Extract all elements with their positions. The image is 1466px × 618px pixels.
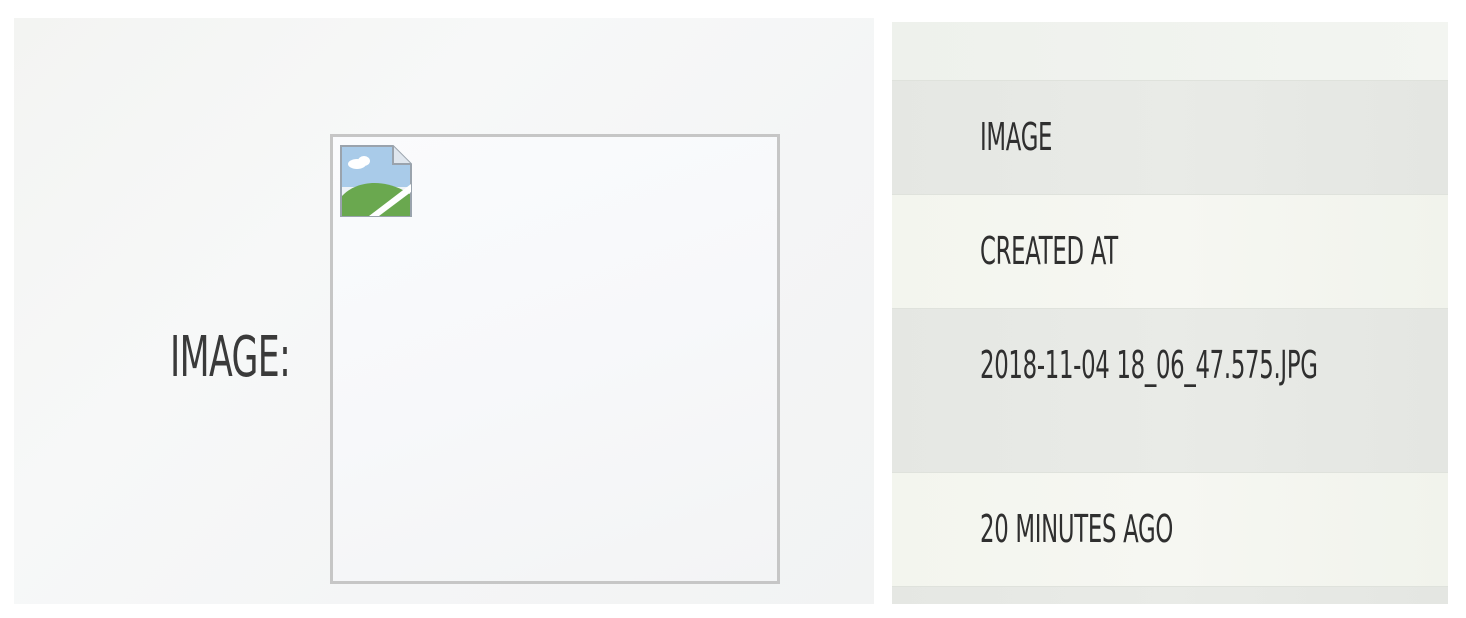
image-field-label: IMAGE: (170, 325, 291, 390)
image-filename[interactable]: 2018-11-04 18_06_47.575.JPG (980, 343, 1318, 387)
details-row-next (892, 586, 1448, 604)
image-preview-panel: IMAGE: (14, 18, 874, 604)
details-header (892, 22, 1448, 80)
column-header-created-at: CREATED AT (980, 229, 1118, 273)
broken-image-icon (340, 145, 412, 217)
details-row-created-time: 20 MINUTES AGO (892, 472, 1448, 586)
page: IMAGE: IMAGE CREATED AT 2018-11-04 18_06… (0, 0, 1466, 618)
details-row-filename[interactable]: 2018-11-04 18_06_47.575.JPG (892, 308, 1448, 472)
created-at-value: 20 MINUTES AGO (980, 507, 1174, 551)
details-panel: IMAGE CREATED AT 2018-11-04 18_06_47.575… (892, 22, 1448, 604)
column-header-image: IMAGE (980, 115, 1053, 159)
details-row-image-header: IMAGE (892, 80, 1448, 194)
image-preview-frame (330, 134, 780, 584)
details-row-created-header: CREATED AT (892, 194, 1448, 308)
